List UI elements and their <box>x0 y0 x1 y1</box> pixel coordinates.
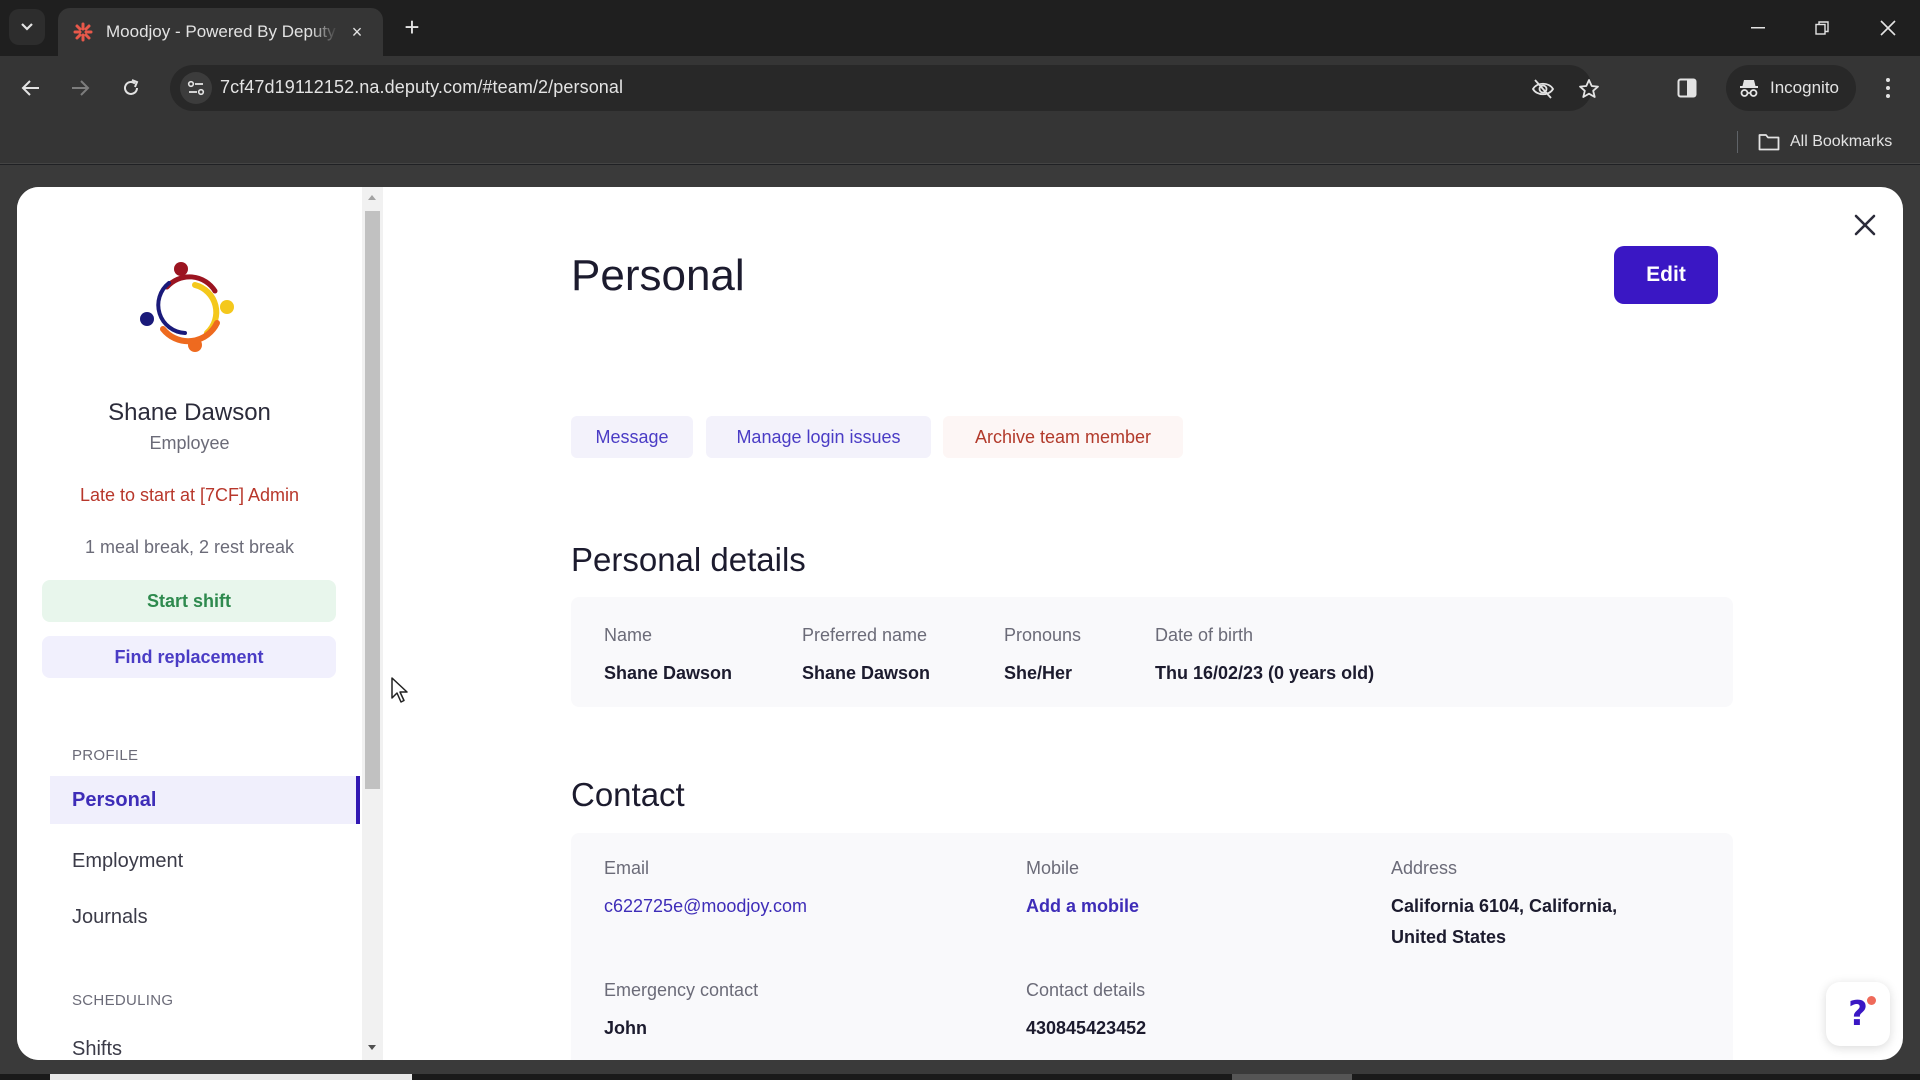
reload-button[interactable] <box>113 70 149 106</box>
contact-heading: Contact <box>571 776 685 813</box>
edit-button[interactable]: Edit <box>1614 246 1718 304</box>
mobile-label: Mobile <box>1026 858 1080 878</box>
profile-sidebar: Shane Dawson Employee Late to start at [… <box>17 187 383 1060</box>
add-mobile-link[interactable]: Add a mobile <box>1026 896 1139 917</box>
close-icon[interactable] <box>1851 211 1879 239</box>
reload-icon <box>124 79 139 95</box>
sidebar-item-label: Journals <box>72 905 148 928</box>
notification-dot <box>1867 996 1876 1005</box>
mouse-cursor-icon <box>391 677 408 703</box>
tab-search-button[interactable] <box>9 9 45 45</box>
address-label: Address <box>1391 858 1458 878</box>
emergency-contact-value: John <box>604 1018 647 1038</box>
new-tab-button[interactable]: + <box>397 12 427 42</box>
restore-icon[interactable] <box>1802 10 1842 46</box>
folder-icon <box>1758 134 1780 151</box>
preferred-name-label: Preferred name <box>802 625 928 645</box>
archive-team-member-button[interactable]: Archive team member <box>943 416 1183 458</box>
arrow-right-icon <box>72 80 90 96</box>
scrollbar-thumb[interactable] <box>365 211 380 789</box>
tune-icon <box>187 80 205 96</box>
eye-off-icon[interactable] <box>1530 76 1556 102</box>
pronouns-label: Pronouns <box>1004 625 1082 645</box>
sidebar-item-label: Personal <box>72 788 157 811</box>
sidebar-scrollbar[interactable] <box>362 187 383 1060</box>
contact-card: Email c622725e@moodjoy.com Mobile Add a … <box>571 833 1733 1060</box>
sidebar-section-profile: PROFILE <box>72 747 139 764</box>
emergency-contact-label: Emergency contact <box>604 980 759 1000</box>
pronouns-value: She/Her <box>1004 663 1073 683</box>
break-summary: 1 meal break, 2 rest break <box>84 537 295 557</box>
start-shift-button[interactable]: Start shift <box>42 580 336 622</box>
sidebar-item-employment[interactable]: Employment <box>50 837 360 885</box>
incognito-icon <box>1740 80 1758 97</box>
sidebar-item-shifts[interactable]: Shifts <box>50 1025 360 1060</box>
deputy-favicon-icon <box>73 22 93 42</box>
back-button[interactable] <box>13 70 49 106</box>
help-button[interactable]: ? <box>1826 982 1890 1046</box>
email-link[interactable]: c622725e@moodjoy.com <box>604 896 807 917</box>
browser-toolbar: 7cf47d19112152.na.deputy.com/#team/2/per… <box>0 56 1920 120</box>
minimize-icon[interactable] <box>1738 10 1778 46</box>
sidebar-item-personal[interactable]: Personal <box>50 776 360 824</box>
url-text[interactable]: 7cf47d19112152.na.deputy.com/#team/2/per… <box>220 77 623 98</box>
name-label: Name <box>604 625 653 645</box>
page-horizontal-scrollbar[interactable] <box>0 1074 1920 1080</box>
forward-button[interactable] <box>62 70 98 106</box>
manage-login-issues-button[interactable]: Manage login issues <box>706 416 931 458</box>
employee-name: Shane Dawson <box>108 399 271 426</box>
page-title: Personal <box>571 251 745 300</box>
bookmarks-bar: All Bookmarks <box>0 120 1920 164</box>
scroll-up-arrow-icon[interactable] <box>368 195 376 200</box>
employee-role: Employee <box>149 433 230 453</box>
company-logo <box>140 262 234 352</box>
message-button[interactable]: Message <box>571 416 693 458</box>
team-member-modal: Shane Dawson Employee Late to start at [… <box>17 187 1903 1060</box>
address-line1: California 6104, California, <box>1391 896 1618 916</box>
browser-tab-strip: Moodjoy - Powered By Deputy × + <box>0 0 1920 56</box>
bookmarks-divider <box>1737 131 1738 153</box>
tab-close-icon[interactable]: × <box>345 20 369 44</box>
contact-details-label: Contact details <box>1026 980 1146 1000</box>
shift-status: Late to start at [7CF] Admin <box>79 485 300 505</box>
sidebar-section-scheduling: SCHEDULING <box>72 992 174 1009</box>
dob-value: Thu 16/02/23 (0 years old) <box>1155 663 1375 683</box>
site-info-button[interactable] <box>180 72 212 104</box>
incognito-indicator[interactable]: Incognito <box>1726 65 1856 111</box>
kebab-menu-icon[interactable] <box>1876 73 1900 103</box>
dob-label: Date of birth <box>1155 625 1254 645</box>
name-value: Shane Dawson <box>604 663 733 683</box>
address-line2: United States <box>1391 927 1507 947</box>
all-bookmarks-button[interactable]: All Bookmarks <box>1758 129 1892 155</box>
window-close-icon[interactable] <box>1868 10 1908 46</box>
contact-details-value: 430845423452 <box>1026 1018 1147 1038</box>
sidebar-item-journals[interactable]: Journals <box>50 893 360 941</box>
email-label: Email <box>604 858 650 878</box>
chevron-down-icon <box>21 23 33 31</box>
scroll-down-arrow-icon[interactable] <box>368 1045 376 1050</box>
sidebar-item-label: Shifts <box>72 1037 123 1060</box>
arrow-left-icon <box>21 80 39 96</box>
sidebar-item-label: Employment <box>72 849 184 872</box>
question-mark-icon: ? <box>1848 994 1868 1034</box>
personal-details-card: Name Shane Dawson Preferred name Shane D… <box>571 597 1733 707</box>
preferred-name-value: Shane Dawson <box>802 663 931 683</box>
personal-details-heading: Personal details <box>571 541 806 578</box>
side-panel-icon[interactable] <box>1672 73 1702 103</box>
tab-title: Moodjoy - Powered By Deputy <box>106 22 336 41</box>
browser-tab-active[interactable]: Moodjoy - Powered By Deputy × <box>58 8 383 56</box>
find-replacement-button[interactable]: Find replacement <box>42 636 336 678</box>
star-icon[interactable] <box>1576 76 1602 102</box>
address-bar[interactable]: 7cf47d19112152.na.deputy.com/#team/2/per… <box>170 65 1599 111</box>
incognito-label: Incognito <box>1770 78 1839 97</box>
all-bookmarks-label: All Bookmarks <box>1790 133 1893 150</box>
